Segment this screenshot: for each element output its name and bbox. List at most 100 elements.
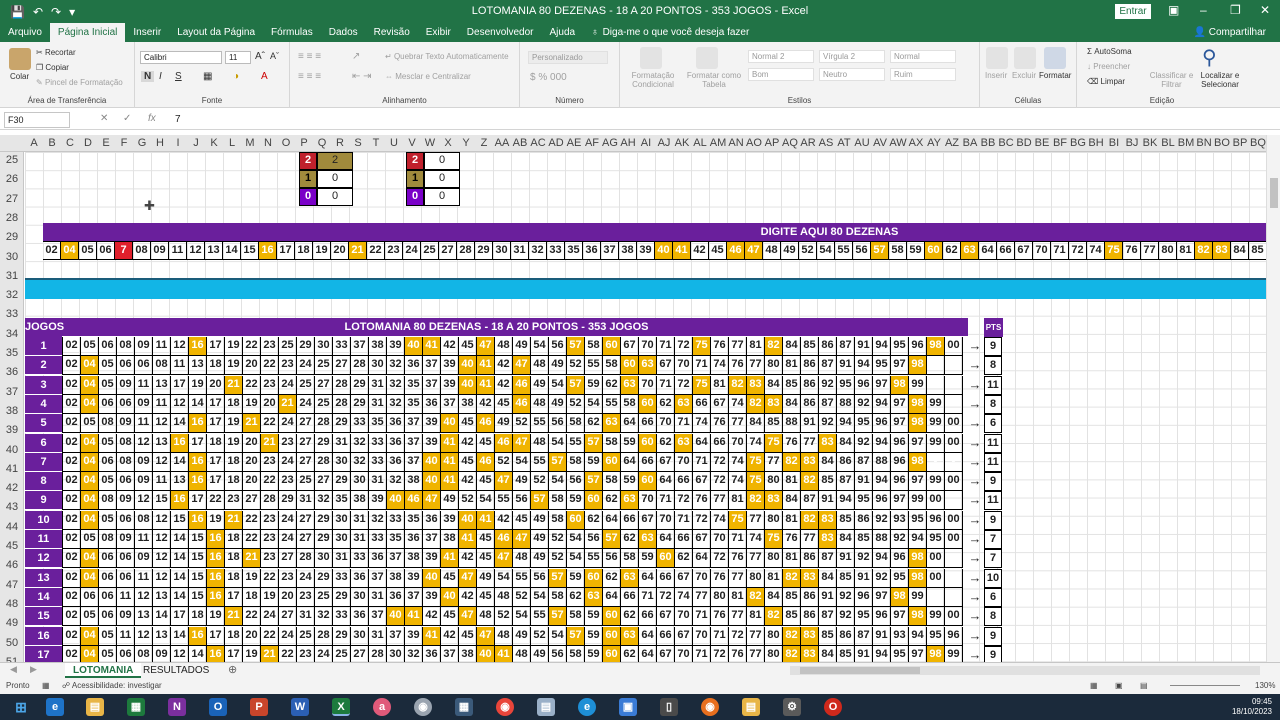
row-header-37[interactable]: 37: [0, 386, 23, 398]
undo-icon[interactable]: ↶: [33, 5, 43, 19]
column-header-AE[interactable]: AE: [565, 135, 583, 151]
merge-center-button[interactable]: ⇔ Mesclar e Centralizar: [385, 72, 471, 81]
font-name-select[interactable]: Calibri: [140, 51, 222, 64]
entry-number-cell[interactable]: 74: [1087, 242, 1105, 259]
column-header-AW[interactable]: AW: [889, 135, 907, 151]
row-header-41[interactable]: 41: [0, 463, 23, 475]
column-header-BK[interactable]: BK: [1141, 135, 1159, 151]
column-header-AA[interactable]: AA: [493, 135, 511, 151]
column-header-N[interactable]: N: [259, 135, 277, 151]
row-header-42[interactable]: 42: [0, 482, 23, 494]
row-header-44[interactable]: 44: [0, 521, 23, 533]
entry-number-cell[interactable]: 30: [493, 242, 511, 259]
row-header-28[interactable]: 28: [0, 212, 23, 224]
column-header-U[interactable]: U: [385, 135, 403, 151]
bold-icon[interactable]: N: [141, 71, 155, 82]
column-header-BN[interactable]: BN: [1195, 135, 1213, 151]
find-select-button[interactable]: Localizar e Selecionar: [1195, 71, 1245, 89]
entry-number-cell[interactable]: 28: [457, 242, 475, 259]
mini-value-cell[interactable]: 0: [424, 152, 460, 170]
row-header-27[interactable]: 27: [0, 193, 23, 205]
cut-button[interactable]: ✂ Recortar: [36, 48, 76, 57]
column-header-R[interactable]: R: [331, 135, 349, 151]
format-cells-button[interactable]: Formatar: [1039, 71, 1071, 80]
zoom-level[interactable]: 130%: [1255, 678, 1275, 694]
column-header-AF[interactable]: AF: [583, 135, 601, 151]
row-header-50[interactable]: 50: [0, 637, 23, 649]
column-header-AT[interactable]: AT: [835, 135, 853, 151]
normal-view-icon[interactable]: ▦: [1090, 678, 1098, 694]
column-header-BA[interactable]: BA: [961, 135, 979, 151]
indent-icon[interactable]: ⇤ ⇥: [352, 71, 372, 82]
mini-value-cell[interactable]: 0: [424, 188, 460, 206]
column-header-AZ[interactable]: AZ: [943, 135, 961, 151]
entry-number-cell[interactable]: 04: [61, 242, 79, 259]
style-bom[interactable]: Bom: [748, 68, 814, 81]
column-header-BL[interactable]: BL: [1159, 135, 1177, 151]
column-header-BF[interactable]: BF: [1051, 135, 1069, 151]
page-layout-icon[interactable]: ▣: [1115, 678, 1123, 694]
column-header-S[interactable]: S: [349, 135, 367, 151]
column-header-G[interactable]: G: [133, 135, 151, 151]
entry-number-cell[interactable]: 58: [889, 242, 907, 259]
entry-number-cell[interactable]: 60: [925, 242, 943, 259]
borders-icon[interactable]: ▦: [203, 71, 212, 82]
italic-icon[interactable]: I: [159, 71, 162, 82]
mini-value-cell[interactable]: 2: [317, 152, 353, 170]
column-header-O[interactable]: O: [277, 135, 295, 151]
insert-cells-icon[interactable]: [986, 47, 1008, 69]
column-header-BI[interactable]: BI: [1105, 135, 1123, 151]
entry-number-cell[interactable]: 47: [745, 242, 763, 259]
entry-number-cell[interactable]: 06: [97, 242, 115, 259]
calculator-icon[interactable]: ▤: [537, 698, 555, 716]
column-header-AO[interactable]: AO: [745, 135, 763, 151]
entry-number-cell[interactable]: 23: [385, 242, 403, 259]
row-header-35[interactable]: 35: [0, 347, 23, 359]
column-header-L[interactable]: L: [223, 135, 241, 151]
powerpoint-icon[interactable]: P: [250, 698, 268, 716]
onenote-icon[interactable]: N: [168, 698, 186, 716]
column-header-BG[interactable]: BG: [1069, 135, 1087, 151]
entry-number-cell[interactable]: 29: [475, 242, 493, 259]
column-header-AS[interactable]: AS: [817, 135, 835, 151]
entry-number-cell[interactable]: 56: [853, 242, 871, 259]
insert-function-icon[interactable]: fx: [148, 113, 156, 124]
column-header-BE[interactable]: BE: [1033, 135, 1051, 151]
app-gear-icon[interactable]: ⚙: [783, 698, 801, 716]
file-explorer-icon[interactable]: ▤: [86, 698, 104, 716]
entry-number-cell[interactable]: 42: [691, 242, 709, 259]
column-header-Q[interactable]: Q: [313, 135, 331, 151]
find-icon[interactable]: ⚲: [1202, 45, 1217, 70]
mini-value-cell[interactable]: 0: [317, 170, 353, 188]
prev-sheet-icon[interactable]: ◀: [10, 664, 17, 675]
orientation-icon[interactable]: ↗: [352, 51, 360, 62]
column-header-BO[interactable]: BO: [1213, 135, 1231, 151]
column-header-C[interactable]: C: [61, 135, 79, 151]
windows-start-icon[interactable]: ⊞: [12, 698, 30, 716]
column-header-M[interactable]: M: [241, 135, 259, 151]
entry-number-cell[interactable]: 14: [223, 242, 241, 259]
entry-number-cell[interactable]: 7: [115, 242, 133, 259]
column-header-AX[interactable]: AX: [907, 135, 925, 151]
entry-number-cell[interactable]: 62: [943, 242, 961, 259]
column-header-BH[interactable]: BH: [1087, 135, 1105, 151]
h-scroll-thumb[interactable]: [800, 667, 920, 674]
entry-number-cell[interactable]: 39: [637, 242, 655, 259]
entry-number-cell[interactable]: 18: [295, 242, 313, 259]
row-header-36[interactable]: 36: [0, 366, 23, 378]
page-break-icon[interactable]: ▤: [1140, 678, 1148, 694]
entry-number-row[interactable]: 02 04 05 06 7 08 09 11 12 13 14 15 16 17 18 19 20 21 22 23 2…: [43, 241, 1266, 260]
format-table-button[interactable]: Formatar como Tabela: [684, 71, 744, 89]
column-header-Y[interactable]: Y: [457, 135, 475, 151]
entry-number-cell[interactable]: 37: [601, 242, 619, 259]
style-normal[interactable]: Normal: [890, 50, 956, 63]
entry-number-cell[interactable]: 24: [403, 242, 421, 259]
excel-icon[interactable]: X: [332, 698, 350, 716]
column-header-P[interactable]: P: [295, 135, 313, 151]
entry-number-cell[interactable]: 11: [169, 242, 187, 259]
tab-4[interactable]: Fórmulas: [263, 23, 321, 42]
app-circle-icon[interactable]: a: [373, 698, 391, 716]
redo-icon[interactable]: ↷: [51, 5, 61, 19]
format-painter-button[interactable]: ✎ Pincel de Formatação: [36, 78, 123, 87]
sheet-tab-lotomania[interactable]: LOTOMANIA: [65, 663, 142, 678]
